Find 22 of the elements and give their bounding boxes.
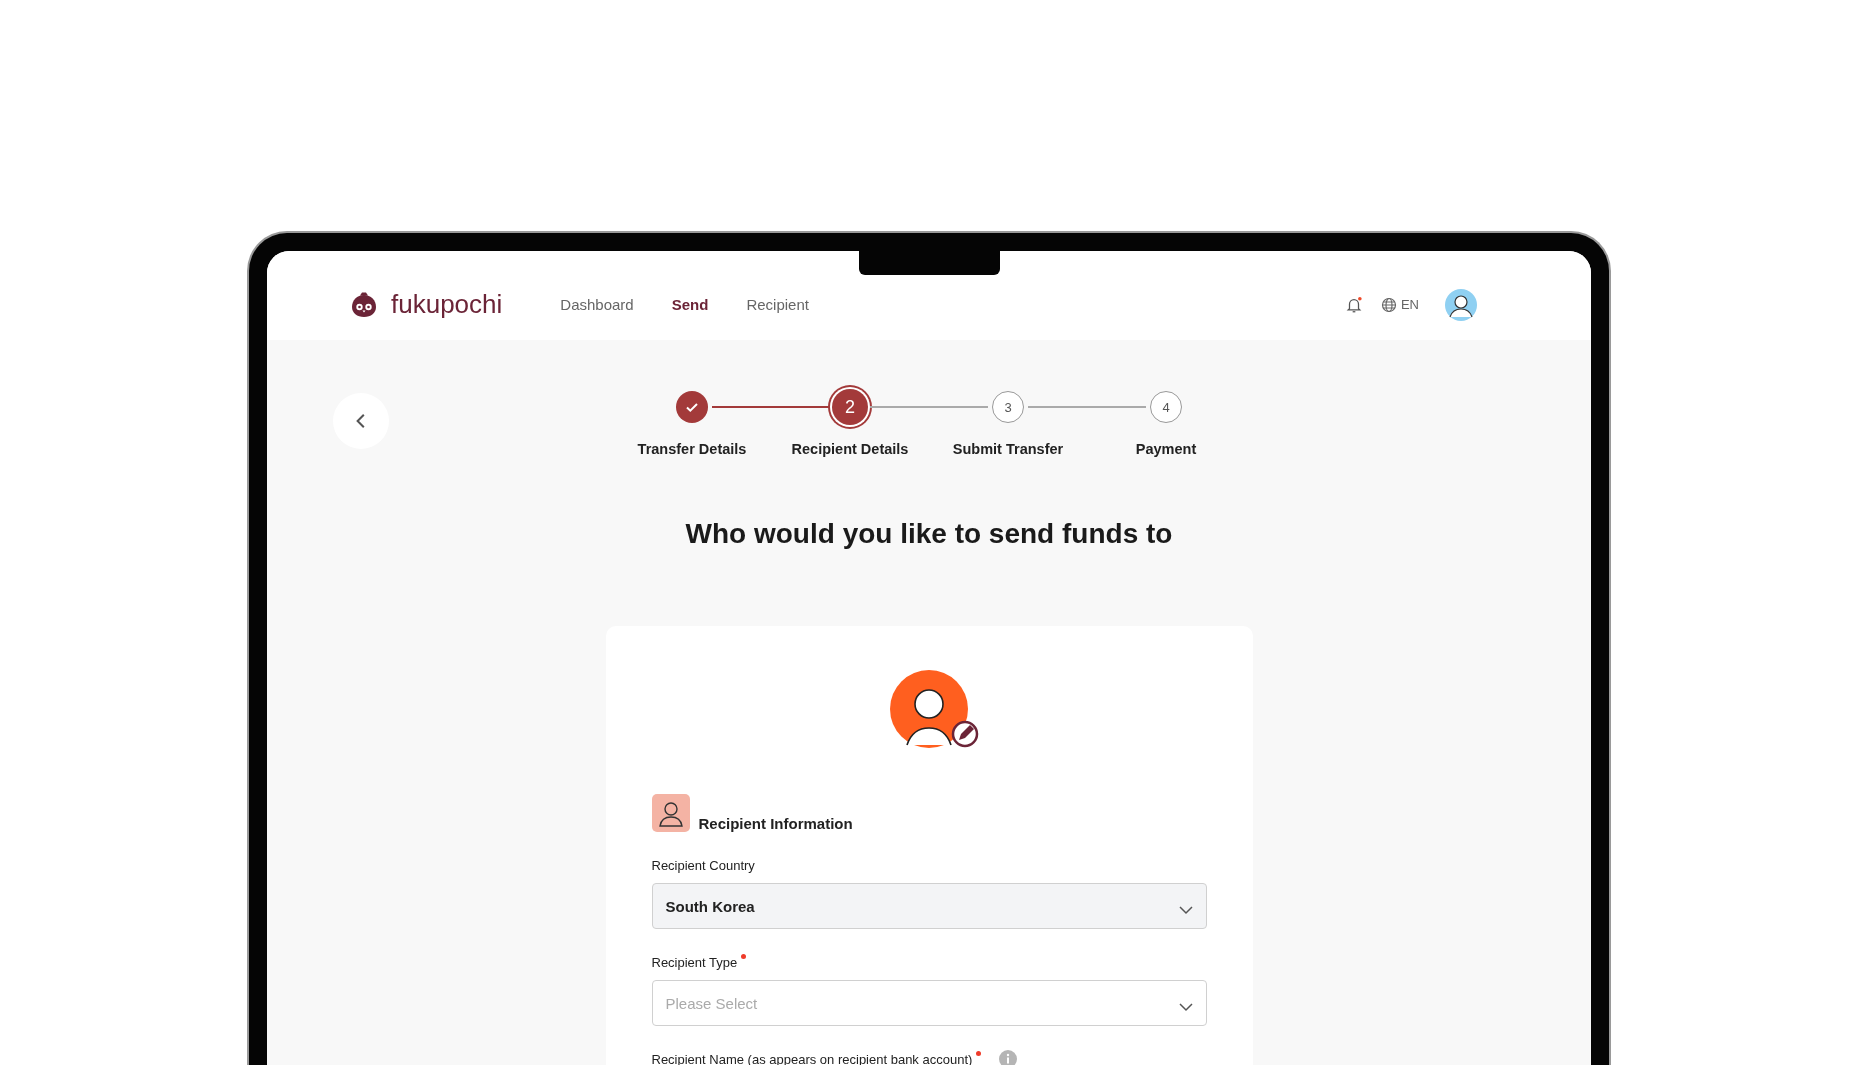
notification-bell-icon[interactable] (1344, 295, 1363, 314)
person-icon (651, 794, 690, 832)
step-label: Recipient Details (791, 441, 909, 457)
recipient-avatar-icon[interactable] (890, 670, 980, 750)
field-label: Recipient Country (651, 857, 755, 873)
select-field[interactable]: South Korea (651, 883, 1207, 929)
brand-name: fukupochi (391, 289, 503, 320)
nav-link[interactable]: Dashboard (560, 296, 634, 313)
step-indicator: 4 (1150, 391, 1182, 423)
step-label: Payment (1135, 441, 1197, 457)
step-indicator: 3 (992, 391, 1024, 423)
user-avatar-icon[interactable] (1445, 288, 1477, 321)
step-label: Submit Transfer (952, 441, 1064, 457)
page-heading: Who would you like to send funds to (685, 518, 1173, 550)
step-label: Transfer Details (637, 441, 747, 457)
language-selector[interactable]: EN (1380, 296, 1419, 313)
globe-icon (1380, 296, 1397, 313)
nav-link[interactable]: Recipient (746, 296, 809, 313)
field-label: Recipient Type (651, 954, 738, 970)
step-indicator: 2 (832, 389, 868, 425)
nav-link[interactable]: Send (671, 296, 709, 313)
section-title: Recipient Information (698, 815, 853, 832)
